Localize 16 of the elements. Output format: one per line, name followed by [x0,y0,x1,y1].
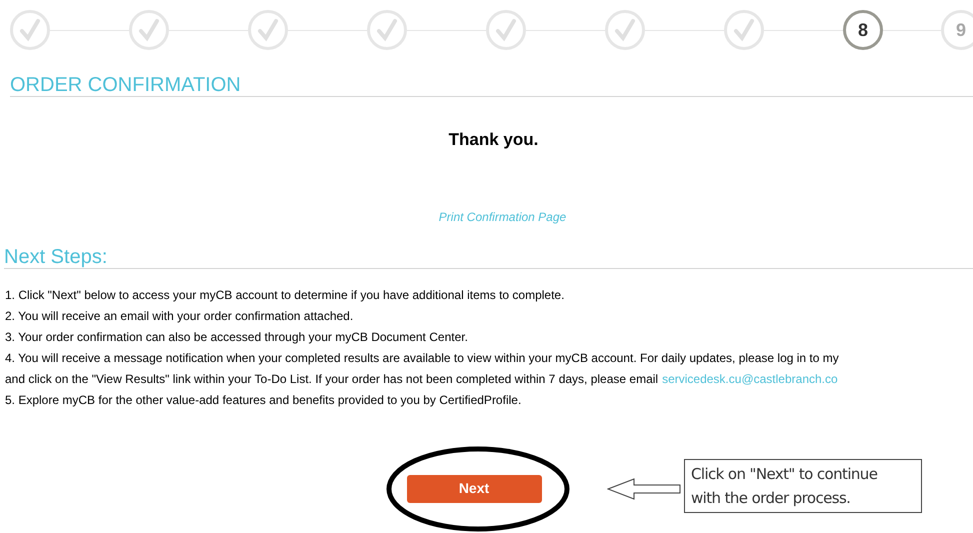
arrow-icon [607,476,681,500]
current-step: 8 [843,10,883,50]
step-instruction: 3. Your order confirmation can also be accessed through your myCB Document Center. [5,328,468,346]
step-instruction: 5. Explore myCB for the other value-add features and benefits provided to you by CertifiedProfile. [5,392,522,408]
next-steps-title: Next Steps: [4,246,108,268]
step-instruction: 1. Click "Next" below to access your myCB account to determine if you have additional items to complete. [5,286,564,304]
section-title: ORDER CONFIRMATION [10,74,241,96]
step-instruction: 2. You will receive an email with your order confirmation attached. [5,308,354,324]
step-instruction: 4. You will receive a message notification when your completed results are available to view within your myCB account. For daily updates, please log in to my [5,350,839,366]
thank-you-text: Thank you. [448,129,538,151]
callout-note: Click on "Next" to continue with the order process. [684,458,922,512]
email-link[interactable]: servicedesk.cu@castlebranch.co [662,368,838,390]
upcoming-step: 9 [941,10,973,50]
next-button[interactable]: Next [406,474,542,502]
print-link[interactable]: Print Confirmation Page [438,208,566,226]
step-instruction: and click on the "View Results" link within your To-Do List. If your order has not been completed within 7 days, please email [5,370,658,388]
